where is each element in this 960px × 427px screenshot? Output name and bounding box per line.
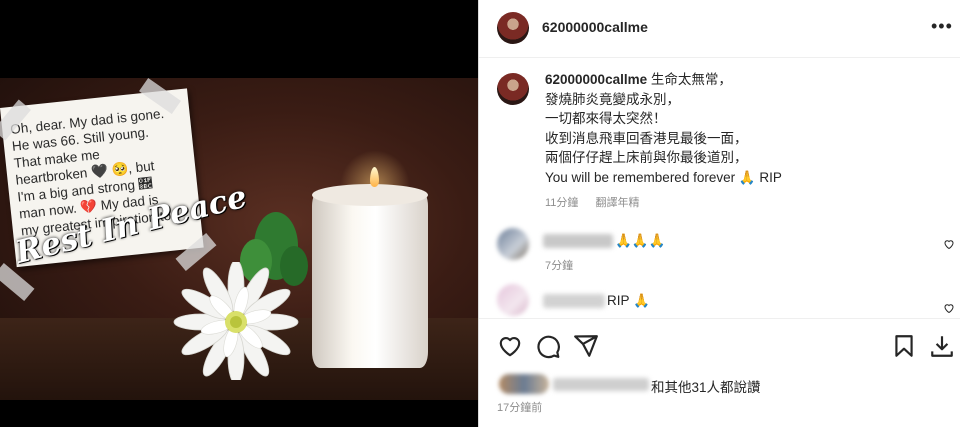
bookmark-icon[interactable]: [891, 333, 917, 359]
post-time-ago: 17分鐘前: [497, 402, 543, 414]
translate-link[interactable]: 翻譯年精: [595, 197, 639, 209]
share-icon[interactable]: [573, 333, 599, 359]
comment-avatar-blurred[interactable]: [497, 284, 529, 316]
caption-line: 一切都來得太突然！: [545, 111, 667, 126]
action-bar: [479, 318, 960, 374]
comment-like-heart-icon[interactable]: [943, 302, 955, 314]
post-image[interactable]: Oh, dear. My dad is gone. He was 66. Sti…: [0, 0, 478, 427]
comment-username-blurred[interactable]: [543, 294, 605, 308]
comment-icon[interactable]: [535, 333, 561, 359]
caption-line: 生命太無常，: [650, 72, 732, 87]
likes-count-text[interactable]: 和其他31人都說讚: [651, 376, 761, 396]
more-horizontal-icon[interactable]: •••: [931, 16, 953, 37]
comment-item: 🙏🙏🙏 7分鐘: [479, 226, 960, 272]
caption-avatar[interactable]: [497, 73, 529, 105]
heart-icon[interactable]: [497, 333, 523, 359]
avatar[interactable]: [497, 12, 529, 44]
comment-username-blurred[interactable]: [543, 234, 613, 248]
instagram-post: Oh, dear. My dad is gone. He was 66. Sti…: [0, 0, 960, 427]
post-sidebar: 62000000callme ••• 62000000callme 生命太無常，…: [478, 0, 960, 427]
candle-flame: [370, 167, 379, 187]
caption-username[interactable]: 62000000callme: [545, 72, 647, 87]
liker-avatars-blurred[interactable]: [499, 374, 549, 394]
caption-meta: 11分鐘 翻譯年精: [545, 194, 653, 210]
download-icon[interactable]: [929, 333, 955, 359]
comment-avatar-blurred[interactable]: [497, 228, 529, 260]
comment-text: 🙏🙏🙏: [615, 233, 666, 248]
comment-like-heart-icon[interactable]: [943, 238, 955, 250]
comment-text: RIP 🙏: [607, 293, 650, 308]
post-header: 62000000callme •••: [479, 0, 960, 58]
caption-body: 62000000callme 生命太無常， 發燒肺炎竟變成永別， 一切都來得太突…: [545, 70, 945, 187]
caption-line: 發燒肺炎竟變成永別，: [545, 91, 680, 107]
header-username[interactable]: 62000000callme: [542, 19, 648, 35]
caption-line: 兩個仔仔趕上床前與你最後道別，: [545, 150, 748, 165]
comment-time: 7分鐘: [545, 260, 574, 272]
caption-time: 11分鐘: [545, 197, 579, 209]
caption-line: You will be remembered forever 🙏 RIP: [545, 169, 782, 185]
liker-name-blurred[interactable]: [553, 378, 649, 391]
caption-line: 收到消息飛車回香港見最後一面，: [545, 130, 748, 146]
white-chrysanthemum-graphic: [173, 262, 299, 380]
white-candle: [312, 184, 428, 368]
